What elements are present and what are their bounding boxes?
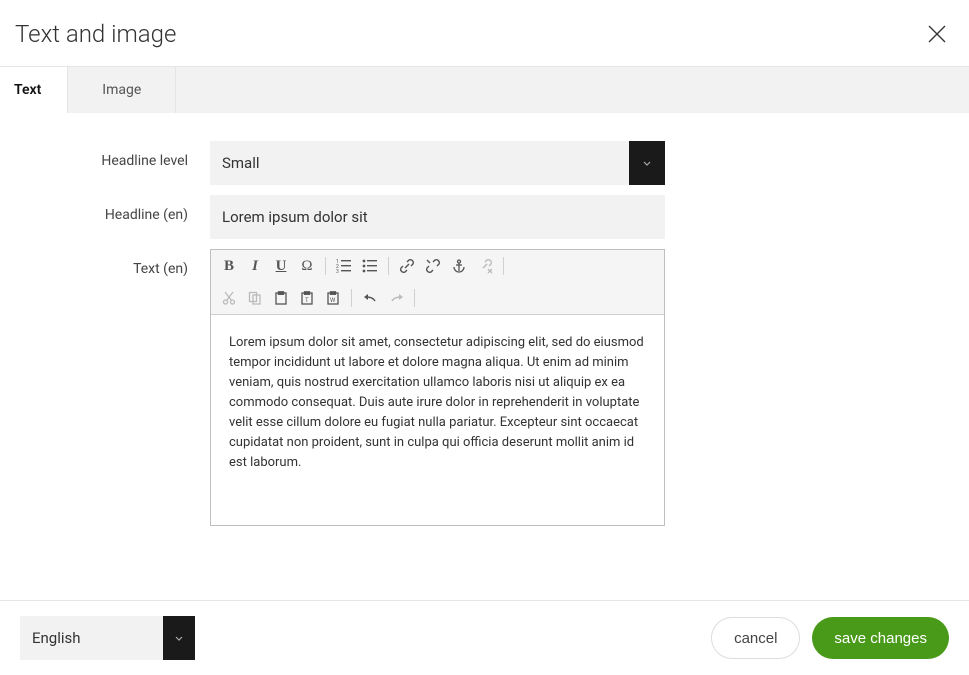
svg-text:W: W <box>330 297 336 304</box>
modal-header: Text and image <box>0 0 969 67</box>
toolbar-separator <box>388 257 389 275</box>
tab-image-label: Image <box>102 82 141 98</box>
row-headline: Headline (en) <box>0 195 969 239</box>
underline-button[interactable]: U <box>269 254 293 278</box>
paste-button[interactable] <box>269 286 293 310</box>
row-headline-level: Headline level Small <box>0 141 969 185</box>
headline-level-caret[interactable] <box>629 141 665 185</box>
label-headline: Headline (en) <box>0 195 210 223</box>
special-char-button[interactable]: Ω <box>295 254 319 278</box>
language-select[interactable]: English <box>20 616 195 660</box>
cut-button <box>217 286 241 310</box>
paste-word-icon: W <box>326 291 340 305</box>
paste-text-button[interactable]: T <box>295 286 319 310</box>
link-button[interactable] <box>395 254 419 278</box>
ordered-list-icon: 123 <box>336 259 352 273</box>
unlink-button[interactable] <box>421 254 445 278</box>
undo-button[interactable] <box>358 286 382 310</box>
tab-filler <box>176 67 969 113</box>
rich-text-editor: B I U Ω 123 <box>210 249 665 526</box>
omega-icon: Ω <box>301 258 312 275</box>
headline-input[interactable] <box>210 195 665 239</box>
chevron-down-icon <box>175 636 183 641</box>
paste-text-icon: T <box>300 291 314 305</box>
label-headline-level: Headline level <box>0 141 210 169</box>
label-text: Text (en) <box>0 249 210 277</box>
remove-link-button <box>473 254 497 278</box>
svg-text:3: 3 <box>336 269 339 273</box>
toolbar-separator <box>351 289 352 307</box>
svg-text:T: T <box>305 297 309 304</box>
toolbar-separator <box>325 257 326 275</box>
italic-icon: I <box>252 258 258 275</box>
headline-level-select[interactable]: Small <box>210 141 665 185</box>
paste-icon <box>274 291 288 305</box>
copy-icon <box>248 291 262 305</box>
cancel-button[interactable]: cancel <box>711 617 800 659</box>
language-caret[interactable] <box>163 616 195 660</box>
copy-button <box>243 286 267 310</box>
paste-word-button[interactable]: W <box>321 286 345 310</box>
remove-link-icon <box>477 258 493 274</box>
redo-icon <box>389 292 404 304</box>
close-button[interactable] <box>923 20 951 48</box>
modal-title: Text and image <box>15 20 176 48</box>
unordered-list-icon <box>362 259 378 273</box>
rte-textarea[interactable]: Lorem ipsum dolor sit amet, consectetur … <box>211 315 664 525</box>
unordered-list-button[interactable] <box>358 254 382 278</box>
underline-icon: U <box>276 258 287 275</box>
footer-actions: cancel save changes <box>711 617 949 659</box>
tab-text[interactable]: Text <box>0 67 68 113</box>
cut-icon <box>222 291 236 305</box>
tab-image[interactable]: Image <box>68 67 176 113</box>
redo-button <box>384 286 408 310</box>
chevron-down-icon <box>643 161 651 166</box>
row-text: Text (en) B I U Ω 123 <box>0 249 969 526</box>
text-and-image-modal: Text and image Text Image Headline level… <box>0 0 969 675</box>
tab-bar: Text Image <box>0 67 969 113</box>
undo-icon <box>363 292 378 304</box>
language-value: English <box>20 616 163 660</box>
anchor-icon <box>452 259 466 273</box>
unlink-icon <box>425 258 441 274</box>
form-body[interactable]: Headline level Small Headline (en) Text … <box>0 113 969 600</box>
bold-icon: B <box>224 258 234 275</box>
bold-button[interactable]: B <box>217 254 241 278</box>
toolbar-separator <box>414 289 415 307</box>
toolbar-separator <box>503 257 504 275</box>
close-icon <box>926 23 948 45</box>
ordered-list-button[interactable]: 123 <box>332 254 356 278</box>
tab-text-label: Text <box>14 82 41 98</box>
save-button[interactable]: save changes <box>812 617 949 659</box>
headline-level-value: Small <box>210 141 629 185</box>
link-icon <box>399 258 415 274</box>
modal-footer: English cancel save changes <box>0 600 969 675</box>
anchor-button[interactable] <box>447 254 471 278</box>
rte-toolbar: B I U Ω 123 <box>211 250 664 315</box>
italic-button[interactable]: I <box>243 254 267 278</box>
